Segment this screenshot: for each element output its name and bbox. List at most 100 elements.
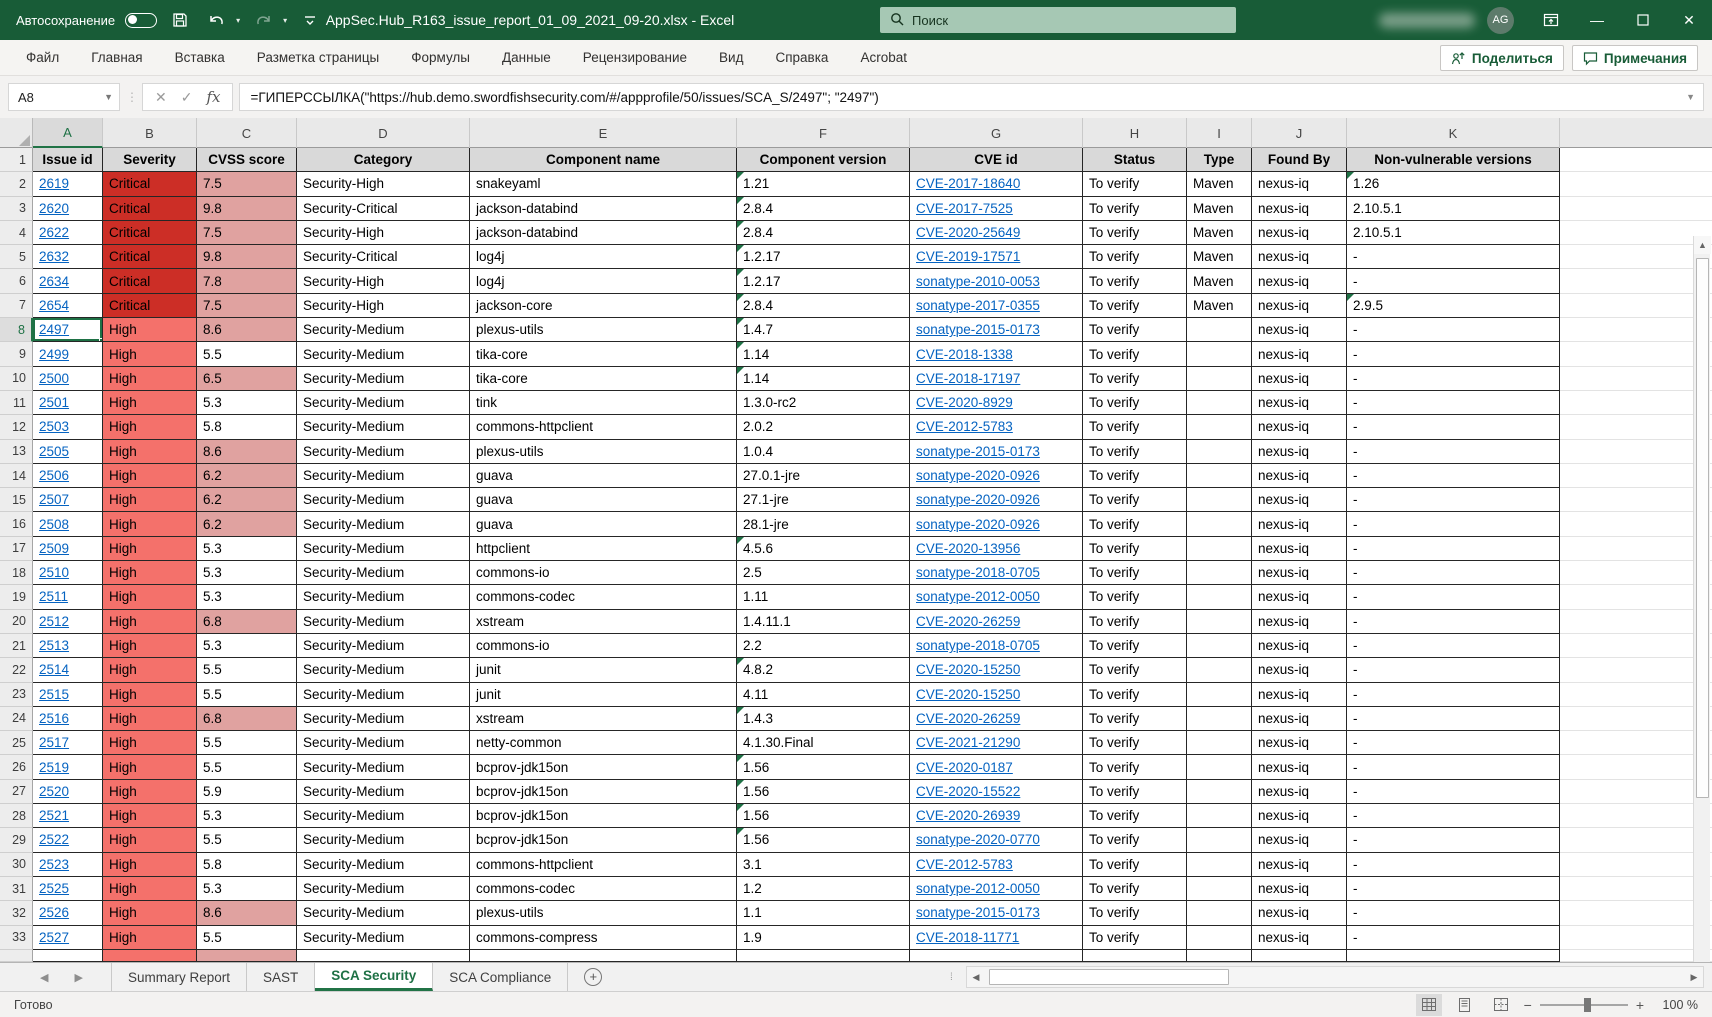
cell-cvss[interactable]: 5.3	[197, 804, 297, 828]
cell-category[interactable]: Security-Medium	[297, 707, 470, 731]
cell-cve[interactable]: sonatype-2012-0050	[910, 877, 1083, 901]
cell-severity[interactable]: High	[103, 707, 197, 731]
cell-type[interactable]	[1187, 342, 1252, 366]
row-number[interactable]: 15	[0, 488, 33, 512]
row-number[interactable]: 8	[0, 318, 33, 342]
cell-found-by[interactable]: nexus-iq	[1252, 804, 1347, 828]
ribbon-tab-6[interactable]: Рецензирование	[567, 40, 703, 75]
cell-version[interactable]: 2.8.4	[737, 221, 910, 245]
column-header-G[interactable]: G	[910, 118, 1083, 148]
ribbon-tab-5[interactable]: Данные	[486, 40, 567, 75]
issue-id-link[interactable]: 2499	[39, 347, 69, 362]
cell-status[interactable]: To verify	[1083, 342, 1187, 366]
cell-issue-id[interactable]: 2521	[33, 804, 103, 828]
cell-status[interactable]: To verify	[1083, 415, 1187, 439]
cell-issue-id[interactable]: 2619	[33, 172, 103, 196]
cell-cve[interactable]: CVE-2020-15522	[910, 780, 1083, 804]
cell-cve[interactable]: sonatype-2018-0705	[910, 561, 1083, 585]
cve-link[interactable]: CVE-2020-26259	[916, 711, 1020, 726]
cell-found-by[interactable]: Found By	[1252, 148, 1347, 172]
empty-grid-area[interactable]	[1560, 658, 1712, 682]
cell-type[interactable]	[1187, 877, 1252, 901]
cell-category[interactable]: Security-Medium	[297, 780, 470, 804]
cell-component[interactable]: commons-io	[470, 561, 737, 585]
cell-issue-id[interactable]	[33, 950, 103, 962]
select-all-corner[interactable]	[0, 118, 33, 148]
cell-cvss[interactable]: 8.6	[197, 901, 297, 925]
cell-status[interactable]: To verify	[1083, 755, 1187, 779]
issue-id-link[interactable]: 2501	[39, 395, 69, 410]
cell-category[interactable]: Security-Medium	[297, 391, 470, 415]
cell-found-by[interactable]: nexus-iq	[1252, 828, 1347, 852]
cell-nonvuln[interactable]	[1347, 950, 1560, 962]
cell-component[interactable]: log4j	[470, 269, 737, 293]
empty-grid-area[interactable]	[1560, 853, 1712, 877]
cell-version[interactable]: 1.11	[737, 585, 910, 609]
cell-version[interactable]: 1.56	[737, 828, 910, 852]
cell-cvss[interactable]: 6.2	[197, 488, 297, 512]
cell-found-by[interactable]: nexus-iq	[1252, 901, 1347, 925]
cell-status[interactable]: To verify	[1083, 318, 1187, 342]
empty-grid-area[interactable]	[1560, 731, 1712, 755]
issue-id-link[interactable]: 2511	[39, 589, 68, 604]
empty-grid-area[interactable]	[1560, 221, 1712, 245]
cell-nonvuln[interactable]: -	[1347, 512, 1560, 536]
cell-type[interactable]	[1187, 926, 1252, 950]
cell-component[interactable]: tink	[470, 391, 737, 415]
cell-component[interactable]: bcprov-jdk15on	[470, 804, 737, 828]
cell-cve[interactable]: CVE-2020-8929	[910, 391, 1083, 415]
cell-found-by[interactable]	[1252, 950, 1347, 962]
cell-cvss[interactable]: 9.8	[197, 245, 297, 269]
empty-grid-area[interactable]	[1560, 877, 1712, 901]
cell-category[interactable]: Security-Medium	[297, 683, 470, 707]
issue-id-link[interactable]: 2512	[39, 614, 69, 629]
cell-severity[interactable]: High	[103, 877, 197, 901]
cell-severity[interactable]: High	[103, 634, 197, 658]
issue-id-link[interactable]: 2497	[39, 322, 69, 337]
cell-found-by[interactable]: nexus-iq	[1252, 512, 1347, 536]
cell-found-by[interactable]: nexus-iq	[1252, 683, 1347, 707]
cell-cvss[interactable]: 5.3	[197, 585, 297, 609]
cell-issue-id[interactable]: 2508	[33, 512, 103, 536]
cell-cve[interactable]: CVE-2020-15250	[910, 683, 1083, 707]
cell-cve[interactable]: CVE-2012-5783	[910, 415, 1083, 439]
cve-link[interactable]: CVE-2012-5783	[916, 419, 1013, 434]
cell-issue-id[interactable]: 2513	[33, 634, 103, 658]
cell-found-by[interactable]: nexus-iq	[1252, 561, 1347, 585]
cell-category[interactable]: Security-Medium	[297, 853, 470, 877]
cell-component[interactable]: tika-core	[470, 342, 737, 366]
cell-cvss[interactable]: 5.8	[197, 415, 297, 439]
cell-found-by[interactable]: nexus-iq	[1252, 367, 1347, 391]
cell-severity[interactable]: High	[103, 853, 197, 877]
cell-version[interactable]: 1.2	[737, 877, 910, 901]
cve-link[interactable]: sonatype-2020-0926	[916, 492, 1040, 507]
cell-issue-id[interactable]: 2497	[33, 318, 103, 342]
cell-type[interactable]	[1187, 585, 1252, 609]
cell-severity[interactable]: High	[103, 440, 197, 464]
cell-status[interactable]: To verify	[1083, 464, 1187, 488]
cell-category[interactable]: Security-Critical	[297, 245, 470, 269]
cell-status[interactable]: To verify	[1083, 780, 1187, 804]
vertical-scroll-thumb[interactable]	[1696, 258, 1709, 798]
row-number[interactable]: 16	[0, 512, 33, 536]
issue-id-link[interactable]: 2527	[39, 930, 69, 945]
cell-issue-id[interactable]: 2509	[33, 537, 103, 561]
cell-severity[interactable]: High	[103, 828, 197, 852]
sheet-nav-right-icon[interactable]: ▶	[74, 971, 82, 984]
cell-cvss[interactable]: 7.5	[197, 221, 297, 245]
empty-grid-area[interactable]	[1560, 342, 1712, 366]
cell-cve[interactable]: sonatype-2020-0926	[910, 512, 1083, 536]
tab-splitter-handle[interactable]: ⁞	[950, 963, 953, 992]
cell-severity[interactable]: Critical	[103, 197, 197, 221]
cell-type[interactable]: Maven	[1187, 294, 1252, 318]
row-number[interactable]: 29	[0, 828, 33, 852]
cell-status[interactable]: To verify	[1083, 926, 1187, 950]
row-number[interactable]: 26	[0, 755, 33, 779]
horizontal-scrollbar[interactable]: ◀ ▶	[966, 966, 1704, 988]
cell-cve[interactable]: sonatype-2020-0770	[910, 828, 1083, 852]
cell-component[interactable]: guava	[470, 488, 737, 512]
row-number[interactable]: 14	[0, 464, 33, 488]
cell-type[interactable]	[1187, 512, 1252, 536]
row-number[interactable]: 5	[0, 245, 33, 269]
cell-found-by[interactable]: nexus-iq	[1252, 391, 1347, 415]
